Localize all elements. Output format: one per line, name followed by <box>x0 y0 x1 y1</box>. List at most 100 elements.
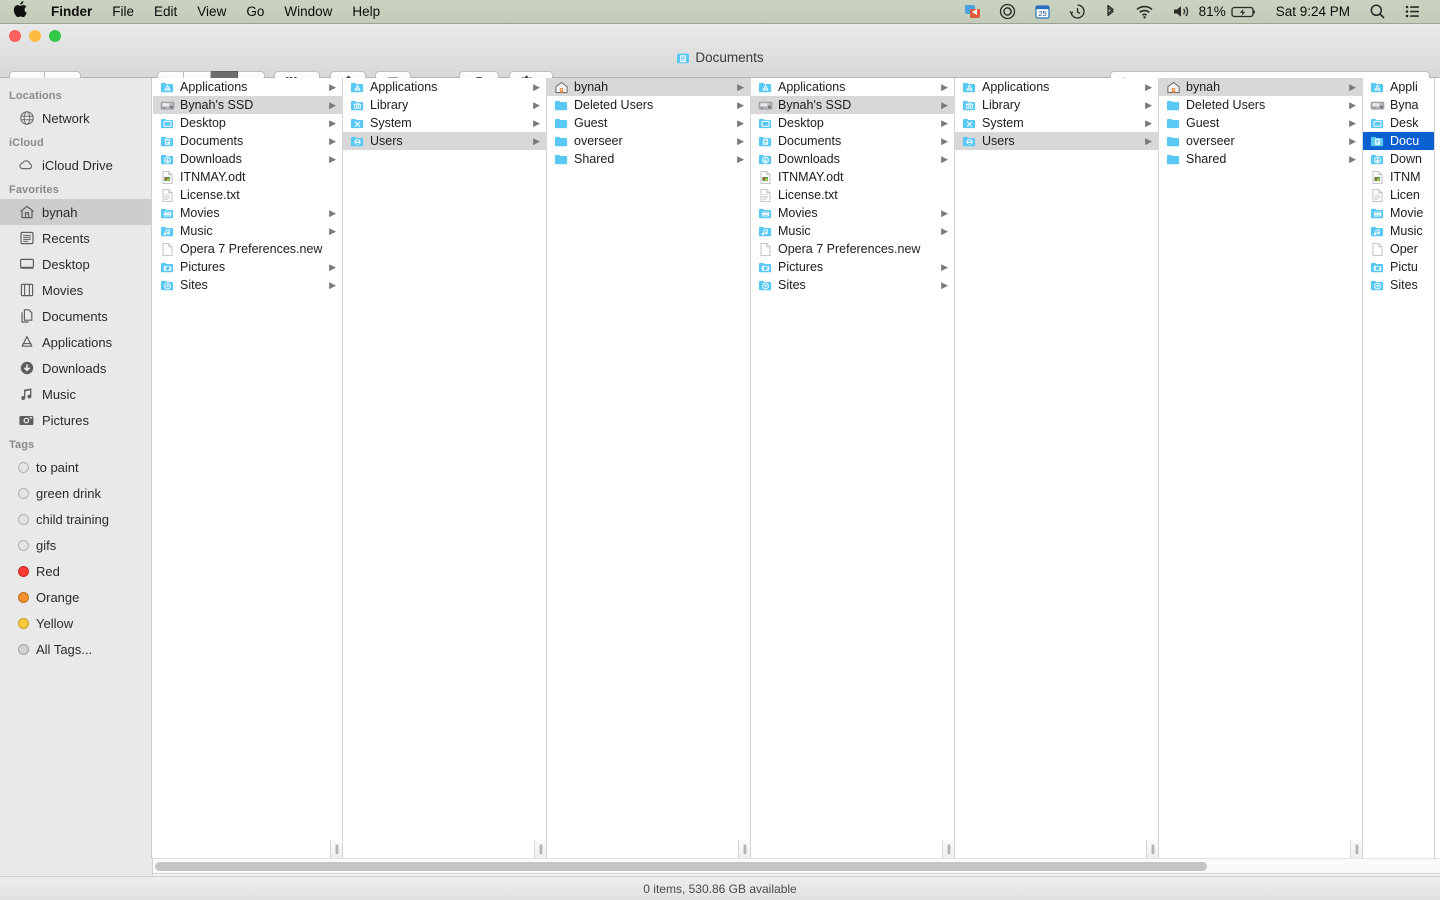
file-row[interactable]: Documents▶ <box>751 132 954 150</box>
file-row[interactable]: Oper <box>1363 240 1434 258</box>
sidebar-item-green-drink[interactable]: green drink <box>0 480 151 506</box>
file-row[interactable]: Docu <box>1363 132 1434 150</box>
file-row[interactable]: Applications▶ <box>751 78 954 96</box>
apple-menu-icon[interactable] <box>0 1 41 20</box>
file-row[interactable]: Users▶ <box>955 132 1158 150</box>
menu-item-edit[interactable]: Edit <box>144 4 187 19</box>
menu-item-finder[interactable]: Finder <box>41 4 102 19</box>
spiral-icon[interactable] <box>990 0 1025 24</box>
file-row[interactable]: Sites▶ <box>751 276 954 294</box>
file-row[interactable]: Shared▶ <box>1159 150 1362 168</box>
sidebar-item-orange[interactable]: Orange <box>0 584 151 610</box>
file-row[interactable]: Pictures▶ <box>153 258 342 276</box>
file-row[interactable]: Downloads▶ <box>751 150 954 168</box>
menu-bar-clock[interactable]: Sat 9:24 PM <box>1266 4 1360 19</box>
file-row[interactable]: Guest▶ <box>547 114 750 132</box>
file-row[interactable]: Sites <box>1363 276 1434 294</box>
file-row[interactable]: bynah▶ <box>547 78 750 96</box>
scrollbar-thumb[interactable] <box>155 862 1207 871</box>
file-row[interactable]: Music▶ <box>751 222 954 240</box>
file-row[interactable]: ITNM <box>1363 168 1434 186</box>
file-row[interactable]: overseer▶ <box>547 132 750 150</box>
file-row[interactable]: Licen <box>1363 186 1434 204</box>
file-row[interactable]: Deleted Users▶ <box>547 96 750 114</box>
column-resize-handle[interactable]: || <box>738 840 751 858</box>
close-button[interactable] <box>9 30 21 42</box>
file-row[interactable]: Downloads▶ <box>153 150 342 168</box>
sidebar-item-downloads[interactable]: Downloads <box>0 355 151 381</box>
file-row[interactable]: Guest▶ <box>1159 114 1362 132</box>
sidebar-item-network[interactable]: Network <box>0 105 151 131</box>
sidebar-item-desktop[interactable]: Desktop <box>0 251 151 277</box>
sidebar-item-bynah[interactable]: bynah <box>0 199 151 225</box>
screen-sharing-icon[interactable] <box>955 0 990 24</box>
sidebar-item-gifs[interactable]: gifs <box>0 532 151 558</box>
file-row[interactable]: Music <box>1363 222 1434 240</box>
file-row[interactable]: License.txt <box>751 186 954 204</box>
file-row[interactable]: Byna <box>1363 96 1434 114</box>
file-row[interactable]: Library▶ <box>343 96 546 114</box>
sidebar-item-movies[interactable]: Movies <box>0 277 151 303</box>
file-row[interactable]: Bynah's SSD▶ <box>153 96 342 114</box>
file-row[interactable]: Pictu <box>1363 258 1434 276</box>
file-row[interactable]: Sites▶ <box>153 276 342 294</box>
file-row[interactable]: Desk <box>1363 114 1434 132</box>
file-row[interactable]: Opera 7 Preferences.new <box>153 240 342 258</box>
file-row[interactable]: Opera 7 Preferences.new <box>751 240 954 258</box>
horizontal-scrollbar[interactable] <box>153 858 1440 873</box>
menu-item-file[interactable]: File <box>102 4 144 19</box>
file-row[interactable]: Applications▶ <box>955 78 1158 96</box>
file-row[interactable]: bynah▶ <box>1159 78 1362 96</box>
sidebar-item-applications[interactable]: Applications <box>0 329 151 355</box>
menu-item-help[interactable]: Help <box>342 4 390 19</box>
sidebar-item-icloud-drive[interactable]: iCloud Drive <box>0 152 151 178</box>
sidebar-item-to-paint[interactable]: to paint <box>0 454 151 480</box>
sidebar-item-child-training[interactable]: child training <box>0 506 151 532</box>
file-row[interactable]: Library▶ <box>955 96 1158 114</box>
file-row[interactable]: ITNMAY.odt <box>751 168 954 186</box>
file-row[interactable]: System▶ <box>343 114 546 132</box>
file-row[interactable]: overseer▶ <box>1159 132 1362 150</box>
bluetooth-icon[interactable] <box>1095 0 1126 24</box>
file-row[interactable]: Down <box>1363 150 1434 168</box>
file-row[interactable]: ITNMAY.odt <box>153 168 342 186</box>
file-row[interactable]: Shared▶ <box>547 150 750 168</box>
file-row[interactable]: Deleted Users▶ <box>1159 96 1362 114</box>
menu-item-window[interactable]: Window <box>274 4 342 19</box>
file-row[interactable]: Applications▶ <box>153 78 342 96</box>
minimize-button[interactable] <box>29 30 41 42</box>
file-row[interactable]: Movies▶ <box>153 204 342 222</box>
maximize-button[interactable] <box>49 30 61 42</box>
battery-icon[interactable] <box>1229 0 1266 24</box>
file-row[interactable]: Desktop▶ <box>153 114 342 132</box>
file-row[interactable]: Pictures▶ <box>751 258 954 276</box>
file-row[interactable]: Music▶ <box>153 222 342 240</box>
column-resize-handle[interactable]: || <box>942 840 955 858</box>
file-row[interactable]: Applications▶ <box>343 78 546 96</box>
file-row[interactable]: Movies▶ <box>751 204 954 222</box>
spotlight-search-icon[interactable] <box>1360 0 1395 24</box>
menu-item-go[interactable]: Go <box>236 4 274 19</box>
sidebar-item-pictures[interactable]: Pictures <box>0 407 151 433</box>
column-resize-handle[interactable]: || <box>330 840 343 858</box>
volume-icon[interactable] <box>1163 0 1199 24</box>
sidebar-item-documents[interactable]: Documents <box>0 303 151 329</box>
file-row[interactable]: Desktop▶ <box>751 114 954 132</box>
calendar-icon[interactable]: 25 <box>1025 0 1060 24</box>
file-row[interactable]: License.txt <box>153 186 342 204</box>
file-row[interactable]: Documents▶ <box>153 132 342 150</box>
sidebar-item-red[interactable]: Red <box>0 558 151 584</box>
wifi-icon[interactable] <box>1126 0 1163 24</box>
sidebar-item-recents[interactable]: Recents <box>0 225 151 251</box>
file-row[interactable]: System▶ <box>955 114 1158 132</box>
file-row[interactable]: Users▶ <box>343 132 546 150</box>
sidebar-item-yellow[interactable]: Yellow <box>0 610 151 636</box>
column-resize-handle[interactable]: || <box>1350 840 1363 858</box>
menu-item-view[interactable]: View <box>187 4 236 19</box>
sidebar-item-music[interactable]: Music <box>0 381 151 407</box>
control-center-icon[interactable] <box>1395 0 1430 24</box>
file-row[interactable]: Movie <box>1363 204 1434 222</box>
column-resize-handle[interactable]: || <box>534 840 547 858</box>
sidebar-item-all-tags[interactable]: All Tags... <box>0 636 151 662</box>
column-resize-handle[interactable]: || <box>1146 840 1159 858</box>
